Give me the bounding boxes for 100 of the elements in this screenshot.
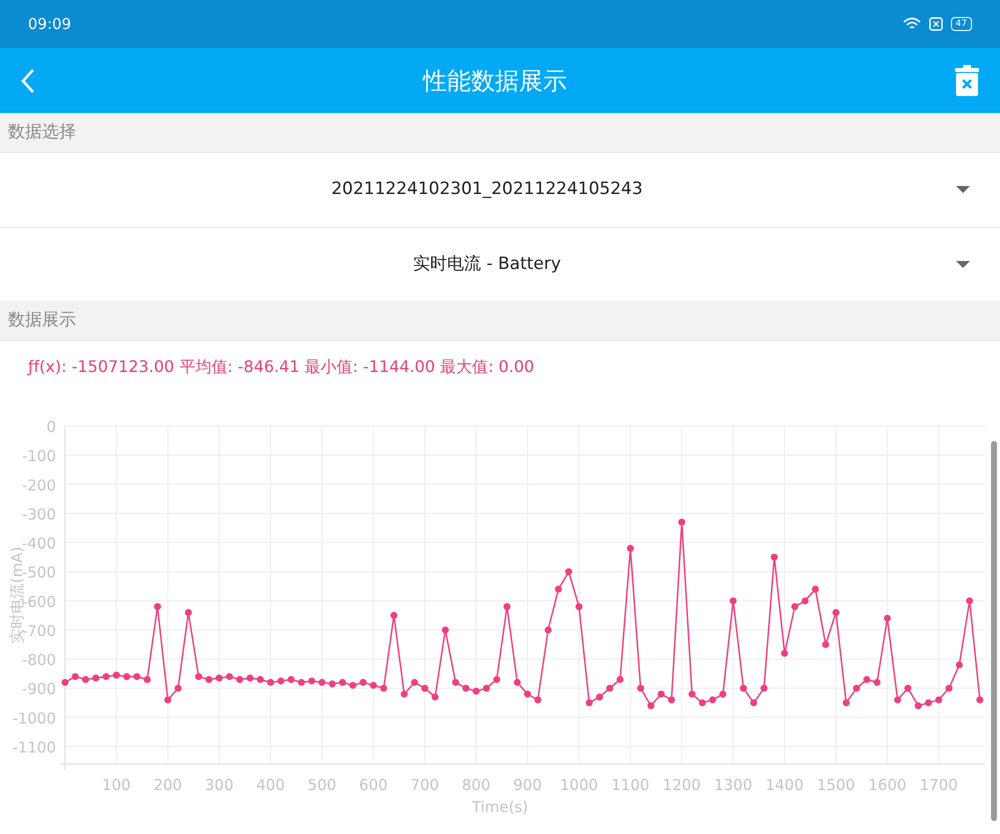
data-point	[730, 597, 737, 604]
sim-off-icon	[928, 17, 943, 31]
x-tick-label: 200	[153, 776, 182, 794]
data-point	[760, 684, 768, 692]
data-point	[791, 603, 798, 610]
x-tick-label: 1600	[868, 776, 906, 794]
dropdown-select[interactable]: 20211224102301_20211224105243	[0, 153, 1000, 227]
y-tick-label: -1000	[12, 709, 56, 728]
data-point	[688, 690, 696, 698]
data-point	[339, 678, 346, 686]
data-point	[596, 693, 604, 700]
data-point	[482, 684, 490, 692]
data-point	[102, 673, 110, 680]
data-point	[421, 684, 428, 692]
data-point	[390, 612, 398, 619]
data-point	[308, 677, 316, 684]
data-point	[112, 672, 120, 679]
data-point	[904, 684, 912, 692]
data-point	[452, 678, 460, 686]
data-point	[72, 673, 79, 680]
section-title: 数据展示	[8, 308, 76, 332]
data-point	[524, 690, 532, 698]
x-tick-label: 100	[102, 776, 131, 794]
data-point	[946, 684, 953, 692]
x-tick-label: 300	[204, 776, 234, 794]
data-point	[554, 586, 562, 593]
data-point	[770, 554, 778, 561]
data-point	[432, 693, 439, 700]
data-point	[616, 676, 624, 683]
data-point	[658, 690, 665, 698]
data-point	[226, 673, 233, 680]
data-point	[62, 678, 68, 686]
data-point	[400, 690, 408, 698]
x-tick-label: 800	[462, 776, 490, 794]
data-point	[462, 684, 470, 692]
data-point	[698, 699, 706, 706]
x-tick-label: 600	[359, 776, 388, 794]
data-point	[216, 674, 223, 682]
data-point	[966, 597, 974, 604]
data-point	[935, 696, 942, 704]
data-point	[832, 608, 840, 616]
data-point	[123, 673, 130, 680]
delete-button[interactable]	[954, 64, 980, 96]
wifi-icon	[902, 17, 921, 31]
data-point	[493, 676, 500, 683]
y-tick-label: 0	[46, 418, 56, 436]
data-point	[914, 702, 922, 710]
x-tick-label: 1700	[920, 776, 958, 794]
data-point	[822, 641, 830, 648]
data-point	[298, 678, 305, 686]
x-tick-label: 1200	[662, 776, 701, 794]
data-point	[586, 699, 593, 706]
y-tick-label: -800	[22, 651, 56, 670]
data-point	[133, 673, 140, 680]
data-point	[442, 626, 449, 634]
data-point	[924, 699, 932, 706]
x-tick-label: 1000	[560, 776, 598, 794]
data-point	[184, 608, 192, 616]
page-title: 性能数据展示	[423, 66, 567, 96]
x-tick-label: 400	[256, 776, 285, 794]
data-point	[236, 676, 244, 683]
data-point	[956, 661, 963, 668]
clock-time: 09:09	[28, 14, 72, 35]
back-button[interactable]	[20, 68, 36, 94]
data-point	[544, 626, 552, 634]
data-point	[174, 684, 182, 692]
data-point	[575, 603, 582, 610]
data-point	[626, 544, 634, 552]
data-point	[647, 702, 654, 710]
battery-icon: 47	[950, 17, 972, 31]
y-tick-label: -100	[22, 447, 56, 466]
x-tick-label: 700	[410, 776, 440, 794]
data-point	[884, 614, 891, 622]
data-point	[472, 688, 480, 695]
data-point	[256, 676, 264, 683]
caret-icon	[956, 260, 970, 268]
data-point	[144, 676, 151, 683]
data-point	[781, 650, 788, 657]
x-tick-label: 1100	[611, 776, 650, 794]
data-point	[380, 684, 388, 692]
data-point	[678, 518, 686, 526]
data-point	[894, 696, 902, 704]
data-point	[504, 603, 510, 610]
data-point	[288, 676, 295, 683]
section-title: 数据选择	[8, 120, 76, 144]
data-point	[370, 682, 377, 689]
data-point	[164, 696, 172, 704]
data-point	[82, 676, 90, 683]
data-point	[719, 690, 726, 698]
y-tick-label: -1100	[12, 738, 56, 757]
data-point	[328, 680, 336, 688]
data-point	[802, 597, 809, 604]
x-tick-label: 1300	[714, 776, 752, 794]
data-point	[318, 678, 326, 686]
data-point	[976, 696, 984, 704]
data-point	[874, 678, 881, 686]
data-point	[205, 676, 212, 683]
data-point	[750, 699, 758, 706]
data-point	[637, 684, 644, 692]
caret-icon	[956, 186, 970, 194]
